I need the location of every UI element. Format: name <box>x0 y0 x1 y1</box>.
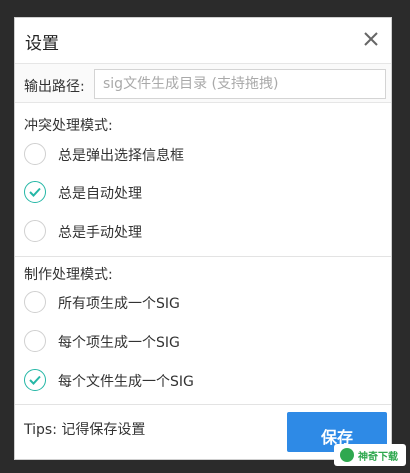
title-bar: 设置 <box>15 18 391 61</box>
conflict-mode-label: 冲突处理模式: <box>24 118 113 134</box>
output-path-label: 输出路径: <box>24 79 85 95</box>
conflict-option-always-auto[interactable]: 总是自动处理 <box>24 180 324 206</box>
make-option-per-file-sig[interactable]: 每个文件生成一个SIG <box>24 368 324 394</box>
close-icon[interactable] <box>361 29 381 49</box>
check-icon <box>24 369 46 391</box>
output-path-input[interactable] <box>94 69 386 99</box>
make-mode-label: 制作处理模式: <box>24 267 113 283</box>
option-label: 所有项生成一个SIG <box>58 296 180 312</box>
make-option-all-one-sig[interactable]: 所有项生成一个SIG <box>24 290 324 316</box>
radio-unchecked <box>24 220 46 242</box>
option-label: 总是手动处理 <box>58 225 142 241</box>
output-path-row: 输出路径: <box>15 63 391 103</box>
footer-divider <box>15 404 391 405</box>
dialog-title: 设置 <box>25 34 59 54</box>
check-icon <box>24 181 46 203</box>
conflict-option-always-prompt[interactable]: 总是弹出选择信息框 <box>24 142 324 168</box>
make-option-per-item-sig[interactable]: 每个项生成一个SIG <box>24 329 324 355</box>
settings-dialog: 设置 输出路径: 冲突处理模式: 总是弹出选择信息框 总是自动处理 总是手动处理… <box>14 17 392 460</box>
radio-unchecked <box>24 330 46 352</box>
watermark-logo: 神奇下载 <box>334 444 406 466</box>
option-label: 总是自动处理 <box>58 186 142 202</box>
conflict-option-always-manual[interactable]: 总是手动处理 <box>24 219 324 245</box>
radio-unchecked <box>24 143 46 165</box>
leaf-icon <box>340 448 354 462</box>
tips-text: Tips: 记得保存设置 <box>24 422 146 438</box>
option-label: 每个文件生成一个SIG <box>58 374 194 390</box>
section-divider <box>15 256 391 257</box>
radio-unchecked <box>24 291 46 313</box>
option-label: 每个项生成一个SIG <box>58 335 180 351</box>
watermark-text: 神奇下载 <box>358 452 398 463</box>
option-label: 总是弹出选择信息框 <box>58 148 184 164</box>
